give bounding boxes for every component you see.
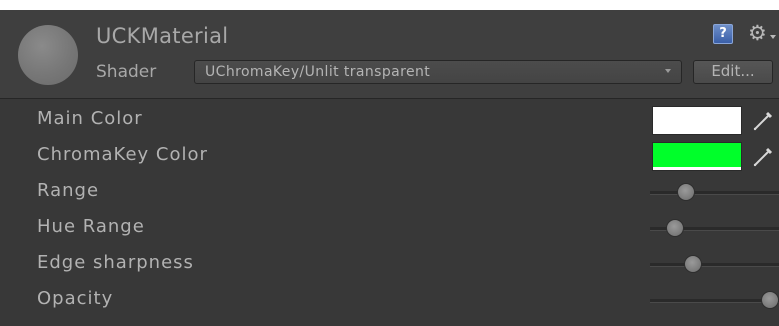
property-row-chromakey-color: ChromaKey Color [0,138,779,174]
opacity-slider[interactable] [650,291,779,309]
property-row-range: Range [0,174,779,210]
eyedropper-icon[interactable] [750,144,776,170]
material-header: UCKMaterial Shader UChromaKey/Unlit tran… [0,10,779,99]
property-label: Range [37,180,100,201]
slider-thumb[interactable] [665,219,684,237]
shader-label: Shader [96,62,157,82]
cropped-heading-fragment [150,0,190,6]
gear-icon[interactable]: ⚙ [748,20,778,46]
slider-thumb[interactable] [677,183,696,201]
eyedropper-icon[interactable] [750,108,776,134]
edge-sharpness-slider[interactable] [650,255,779,273]
top-strip [0,0,779,10]
gear-caret-icon [770,35,776,39]
range-slider[interactable] [650,183,779,201]
property-label: Hue Range [37,216,145,237]
property-row-opacity: Opacity [0,282,779,318]
material-preview-sphere [18,25,78,85]
shader-dropdown-value: UChromaKey/Unlit transparent [205,64,431,80]
property-label: ChromaKey Color [37,144,208,165]
slider-track [650,299,779,303]
property-label: Opacity [37,288,114,309]
chromakey-color-swatch[interactable] [652,142,742,171]
material-name: UCKMaterial [96,24,229,48]
help-book-icon[interactable]: ? [713,24,733,44]
edit-shader-button[interactable]: Edit... [693,60,773,84]
property-row-edge-sharpness: Edge sharpness [0,246,779,282]
help-glyph: ? [719,26,727,41]
main-color-swatch[interactable] [652,106,742,135]
property-row-hue-range: Hue Range [0,210,779,246]
property-row-main-color: Main Color [0,102,779,138]
slider-track [650,191,779,195]
property-label: Edge sharpness [37,252,194,273]
hue-range-slider[interactable] [650,219,779,237]
gear-glyph: ⚙ [748,21,767,45]
alpha-bar [653,131,741,134]
dropdown-arrow-icon [665,69,671,73]
alpha-bar [653,167,741,170]
slider-track [650,263,779,267]
slider-thumb[interactable] [683,255,702,273]
slider-thumb[interactable] [760,291,779,309]
material-inspector: UCKMaterial Shader UChromaKey/Unlit tran… [0,10,779,326]
shader-dropdown[interactable]: UChromaKey/Unlit transparent [194,60,682,84]
property-label: Main Color [37,108,143,129]
